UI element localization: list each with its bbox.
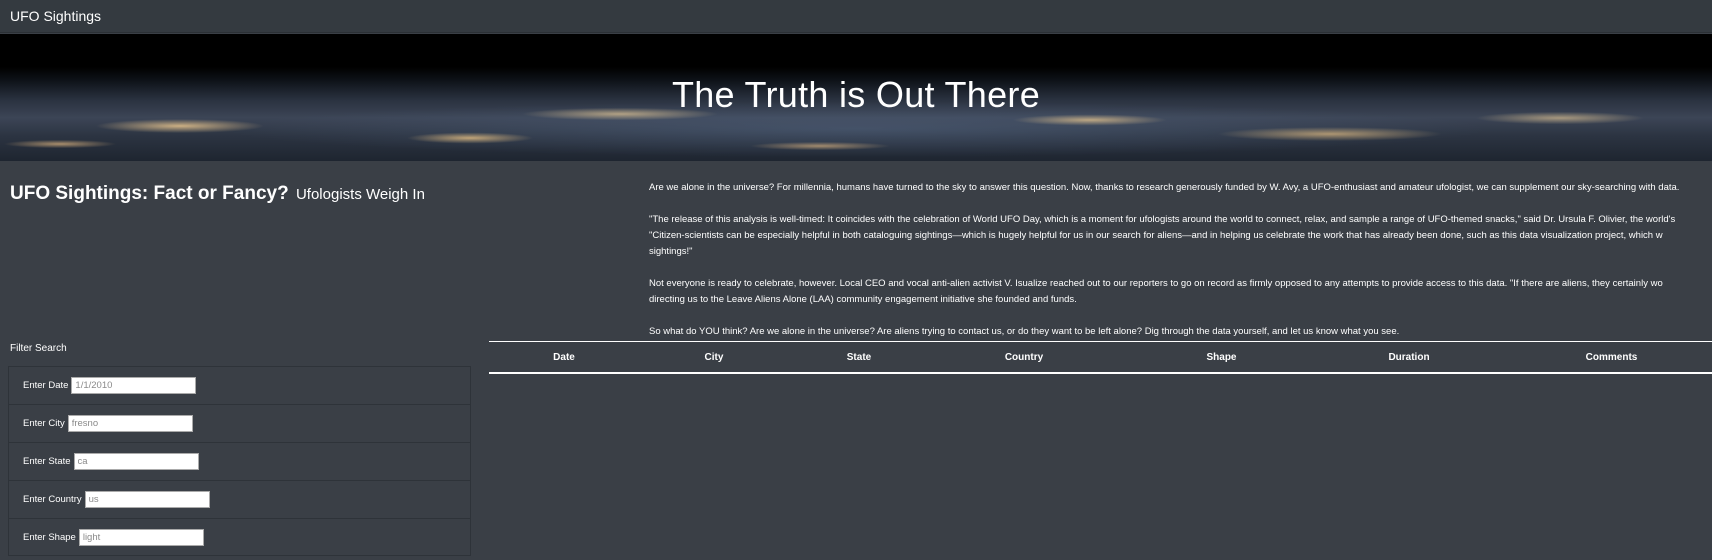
filter-label-city: Enter City bbox=[23, 418, 65, 429]
hero-title: The Truth is Out There bbox=[671, 74, 1041, 115]
filter-list: Enter Date Enter City Enter State Enter … bbox=[8, 366, 471, 556]
column-header-comments: Comments bbox=[1494, 341, 1712, 374]
filter-item-shape: Enter Shape bbox=[8, 518, 471, 556]
column-header-city: City bbox=[639, 341, 789, 374]
filter-item-date: Enter Date bbox=[8, 366, 471, 404]
filter-item-city: Enter City bbox=[8, 404, 471, 442]
state-input[interactable] bbox=[73, 453, 199, 470]
article-paragraph-quote: "The release of this analysis is well-ti… bbox=[649, 212, 1712, 260]
filter-label-country: Enter Country bbox=[23, 494, 82, 505]
navbar: UFO Sightings bbox=[0, 0, 1712, 33]
article-paragraph-opposition: Not everyone is ready to celebrate, howe… bbox=[649, 276, 1712, 308]
article-line: "The release of this analysis is well-ti… bbox=[649, 214, 1676, 225]
page-title-main: UFO Sightings: Fact or Fancy? bbox=[10, 183, 289, 204]
article-paragraph-closing: So what do YOU think? Are we alone in th… bbox=[649, 326, 1400, 337]
article-line: "Citizen-scientists can be especially he… bbox=[649, 230, 1663, 241]
filter-item-country: Enter Country bbox=[8, 480, 471, 518]
navbar-brand-link[interactable]: UFO Sightings bbox=[10, 8, 101, 24]
filter-item-state: Enter State bbox=[8, 442, 471, 480]
country-input[interactable] bbox=[84, 491, 210, 508]
filter-label-date: Enter Date bbox=[23, 380, 69, 391]
column-header-shape: Shape bbox=[1119, 341, 1324, 374]
article-paragraph-intro: Are we alone in the universe? For millen… bbox=[649, 182, 1680, 193]
article-text: Are we alone in the universe? For millen… bbox=[649, 180, 1712, 356]
date-input[interactable] bbox=[71, 377, 197, 394]
page-title: UFO Sightings: Fact or Fancy? Ufologists… bbox=[10, 183, 425, 205]
column-header-country: Country bbox=[929, 341, 1119, 374]
table-header-row: Date City State Country Shape Duration C… bbox=[489, 341, 1712, 374]
article-line: directing us to the Leave Aliens Alone (… bbox=[649, 294, 1077, 305]
table-header: Date City State Country Shape Duration C… bbox=[489, 341, 1712, 374]
column-header-state: State bbox=[789, 341, 929, 374]
article-line: Not everyone is ready to celebrate, howe… bbox=[649, 278, 1663, 289]
ufo-table: Date City State Country Shape Duration C… bbox=[489, 341, 1712, 374]
filter-label-shape: Enter Shape bbox=[23, 531, 76, 543]
city-input[interactable] bbox=[67, 415, 193, 432]
column-header-date: Date bbox=[489, 341, 639, 374]
page-subtitle: Ufologists Weigh In bbox=[295, 186, 425, 203]
shape-input[interactable] bbox=[78, 528, 204, 546]
filter-search-title: Filter Search bbox=[10, 343, 67, 354]
article-line: sightings!" bbox=[649, 246, 693, 257]
filter-label-state: Enter State bbox=[23, 456, 71, 467]
column-header-duration: Duration bbox=[1324, 341, 1494, 374]
hero-banner: The Truth is Out There bbox=[0, 34, 1712, 161]
